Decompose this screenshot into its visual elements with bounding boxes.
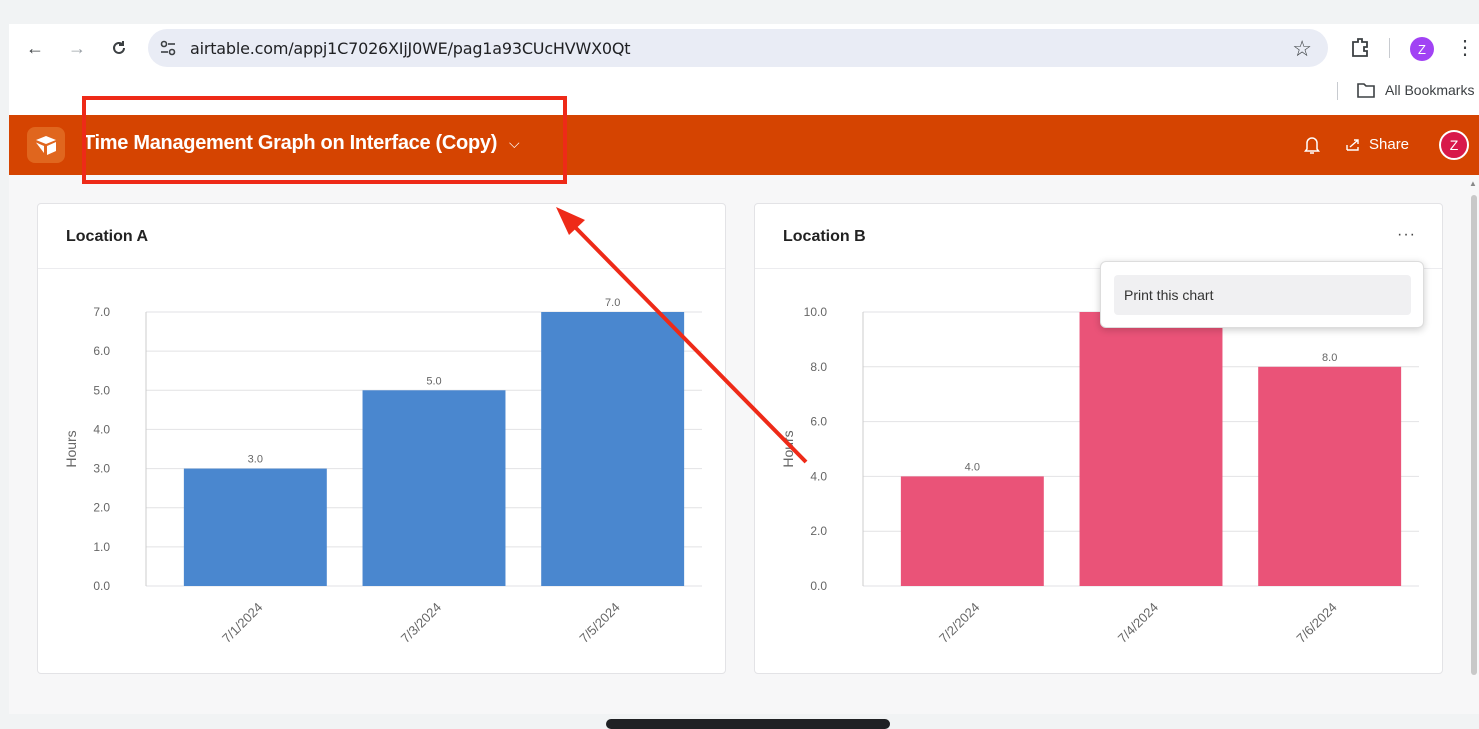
bar bbox=[1079, 312, 1223, 586]
x-tick-label: 7/3/2024 bbox=[398, 600, 444, 646]
x-tick-label: 7/1/2024 bbox=[219, 600, 265, 646]
bar-value-label: 3.0 bbox=[248, 454, 263, 466]
y-tick-label: 7.0 bbox=[93, 305, 110, 319]
more-options-icon[interactable]: ··· bbox=[1397, 226, 1416, 244]
all-bookmarks-link[interactable]: All Bookmarks bbox=[1385, 82, 1474, 98]
card-title: Location B bbox=[783, 228, 866, 245]
bar bbox=[1258, 366, 1402, 586]
browser-menu-icon[interactable]: ⋮ bbox=[1455, 35, 1475, 60]
y-tick-label: 3.0 bbox=[93, 462, 110, 476]
user-avatar[interactable]: Z bbox=[1439, 130, 1469, 160]
share-button[interactable]: Share bbox=[1345, 136, 1409, 153]
interface-content: ▲ Location A 0.0 1.0 2.0 3.0 4.0 5.0 6.0 7.0 Hou… bbox=[9, 175, 1479, 714]
bar-value-label: 8.0 bbox=[1322, 352, 1337, 364]
y-tick-label: 5.0 bbox=[93, 383, 110, 397]
airtable-logo-icon[interactable] bbox=[27, 127, 65, 163]
y-tick-label: 1.0 bbox=[93, 540, 110, 554]
y-tick-label: 2.0 bbox=[810, 524, 827, 538]
y-tick-label: 8.0 bbox=[810, 360, 827, 374]
share-label: Share bbox=[1369, 136, 1410, 153]
bell-icon[interactable] bbox=[1303, 135, 1321, 155]
share-icon bbox=[1346, 138, 1359, 151]
y-tick-label: 2.0 bbox=[93, 501, 110, 515]
y-tick-label: 0.0 bbox=[810, 579, 827, 593]
print-chart-menu-item[interactable]: Print this chart bbox=[1114, 275, 1411, 315]
card-title: Location A bbox=[66, 228, 149, 245]
bookmarks-divider bbox=[1337, 82, 1338, 100]
bar-value-label: 5.0 bbox=[426, 375, 441, 387]
y-tick-label: 0.0 bbox=[93, 579, 110, 593]
extensions-icon[interactable] bbox=[1349, 36, 1371, 58]
address-bar[interactable]: airtable.com/appj1C7026XIjJ0WE/pag1a93CU… bbox=[148, 29, 1328, 67]
x-tick-label: 7/2/2024 bbox=[936, 600, 982, 646]
y-axis-label: Hours bbox=[63, 430, 79, 467]
bar-chart-location-a: 0.0 1.0 2.0 3.0 4.0 5.0 6.0 7.0 Hours 3.0 7/1/2024… bbox=[63, 297, 702, 646]
y-tick-label: 6.0 bbox=[810, 415, 827, 429]
folder-icon[interactable] bbox=[1357, 82, 1375, 98]
chart-options-menu: Print this chart bbox=[1100, 261, 1424, 328]
bar bbox=[541, 312, 685, 586]
back-icon[interactable]: ← bbox=[23, 36, 47, 60]
x-tick-label: 7/4/2024 bbox=[1115, 600, 1161, 646]
y-axis-label: Hours bbox=[780, 430, 796, 467]
x-tick-label: 7/6/2024 bbox=[1293, 600, 1339, 646]
highlight-box bbox=[82, 96, 567, 184]
bar-value-label: 7.0 bbox=[605, 297, 620, 309]
bookmark-star-icon[interactable]: ☆ bbox=[1292, 36, 1312, 62]
y-tick-label: 6.0 bbox=[93, 344, 110, 358]
forward-icon[interactable]: → bbox=[65, 36, 89, 60]
bar bbox=[362, 390, 506, 586]
scrollbar[interactable] bbox=[1471, 195, 1477, 675]
y-tick-label: 10.0 bbox=[804, 305, 828, 319]
site-settings-icon[interactable] bbox=[158, 38, 178, 58]
url-text[interactable]: airtable.com/appj1C7026XIjJ0WE/pag1a93CU… bbox=[190, 39, 631, 58]
bar bbox=[900, 476, 1044, 586]
taskbar-preview bbox=[606, 719, 890, 729]
profile-avatar[interactable]: Z bbox=[1410, 37, 1434, 61]
bar-value-label: 4.0 bbox=[965, 461, 980, 473]
scroll-up-icon[interactable]: ▲ bbox=[1469, 179, 1479, 189]
toolbar-divider bbox=[1389, 38, 1390, 58]
x-tick-label: 7/5/2024 bbox=[576, 600, 622, 646]
reload-icon[interactable] bbox=[107, 36, 131, 60]
bar bbox=[183, 468, 327, 586]
chart-card-location-a: Location A 0.0 1.0 2.0 3.0 4.0 5.0 6.0 7.0 Hours… bbox=[37, 203, 726, 674]
y-tick-label: 4.0 bbox=[810, 469, 827, 483]
browser-toolbar: ← → airtable.com/appj1C7026XIjJ0WE/pag1a… bbox=[9, 24, 1479, 72]
bar-chart-location-b: 0.02.04.06.08.010.0Hours4.07/2/202410.07… bbox=[780, 297, 1419, 646]
y-tick-label: 4.0 bbox=[93, 422, 110, 436]
